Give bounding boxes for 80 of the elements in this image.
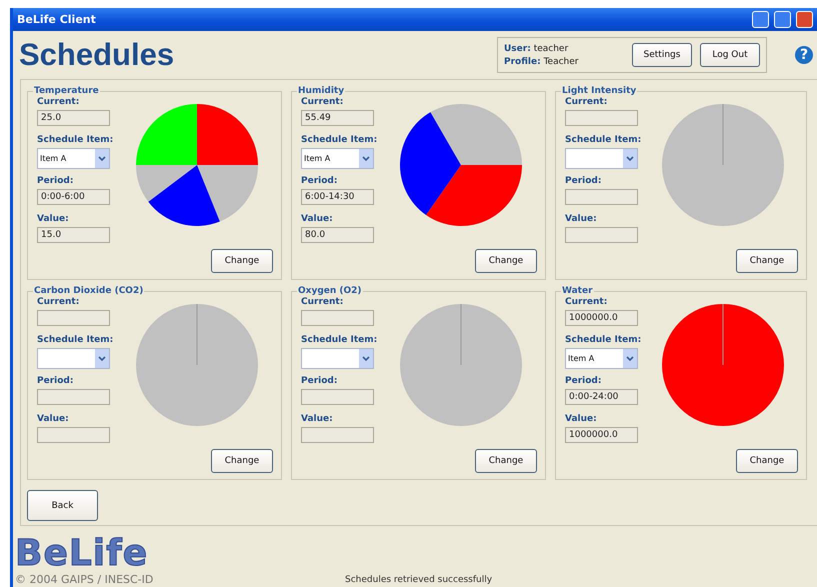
field-label: Schedule Item: bbox=[301, 335, 376, 345]
logo: BeLife bbox=[15, 536, 150, 572]
change-button[interactable]: Change bbox=[736, 249, 798, 273]
input-field[interactable] bbox=[565, 110, 638, 126]
field-label: Value: bbox=[565, 414, 598, 424]
schedule-item-dropdown[interactable]: Item A bbox=[37, 148, 110, 169]
input-field[interactable] bbox=[301, 389, 374, 405]
close-icon[interactable] bbox=[796, 11, 813, 28]
field-label: Value: bbox=[37, 414, 70, 424]
help-icon[interactable]: ? bbox=[795, 46, 813, 64]
input-field[interactable]: 6:00-14:30 bbox=[301, 189, 374, 205]
field-label: Current: bbox=[565, 97, 608, 107]
panel-title: Humidity bbox=[297, 86, 346, 96]
chevron-icon bbox=[623, 349, 637, 368]
field-label: Value: bbox=[37, 214, 70, 224]
field-label: Current: bbox=[37, 297, 80, 307]
chevron-icon bbox=[95, 349, 109, 368]
input-field[interactable]: 25.0 bbox=[37, 110, 110, 126]
change-button[interactable]: Change bbox=[736, 449, 798, 473]
page-title: Schedules bbox=[19, 37, 176, 73]
field-label: Period: bbox=[301, 376, 338, 386]
input-field[interactable]: 55.49 bbox=[301, 110, 374, 126]
field-label: Current: bbox=[37, 97, 80, 107]
chevron-icon bbox=[359, 349, 373, 368]
log-out-button[interactable]: Log Out bbox=[700, 43, 760, 67]
back-button[interactable]: Back bbox=[27, 490, 98, 521]
field-label: Current: bbox=[301, 97, 344, 107]
input-field[interactable] bbox=[301, 310, 374, 326]
field-label: Schedule Item: bbox=[37, 135, 112, 145]
input-field[interactable] bbox=[301, 427, 374, 443]
chevron-icon bbox=[623, 149, 637, 168]
input-field[interactable] bbox=[565, 189, 638, 205]
field-label: Schedule Item: bbox=[565, 135, 640, 145]
change-button[interactable]: Change bbox=[475, 449, 537, 473]
schedule-item-dropdown[interactable]: Item A bbox=[301, 148, 374, 169]
schedule-item-dropdown[interactable] bbox=[301, 348, 374, 369]
input-field[interactable] bbox=[37, 427, 110, 443]
panel-title: Carbon Dioxide (CO2) bbox=[33, 286, 144, 296]
panel-title: Light Intensity bbox=[561, 86, 638, 96]
panel-title: Oxygen (O2) bbox=[297, 286, 363, 296]
change-button[interactable]: Change bbox=[211, 249, 273, 273]
maximize-icon[interactable] bbox=[774, 11, 791, 28]
field-label: Current: bbox=[301, 297, 344, 307]
status-text: Schedules retrieved successfully bbox=[345, 575, 492, 585]
field-label: Period: bbox=[37, 176, 74, 186]
chevron-icon bbox=[95, 149, 109, 168]
input-field[interactable]: 15.0 bbox=[37, 227, 110, 243]
panel-title: Water bbox=[561, 286, 594, 296]
chevron-icon bbox=[359, 149, 373, 168]
field-label: Schedule Item: bbox=[565, 335, 640, 345]
schedule-item-dropdown[interactable]: Item A bbox=[565, 348, 638, 369]
field-label: Schedule Item: bbox=[301, 135, 376, 145]
field-label: Value: bbox=[301, 414, 334, 424]
user-text: User: teacher bbox=[504, 44, 570, 54]
input-field[interactable]: 1000000.0 bbox=[565, 427, 638, 443]
field-label: Value: bbox=[565, 214, 598, 224]
input-field[interactable] bbox=[37, 310, 110, 326]
change-button[interactable]: Change bbox=[211, 449, 273, 473]
minimize-icon[interactable] bbox=[752, 11, 769, 28]
field-label: Period: bbox=[565, 176, 602, 186]
field-label: Current: bbox=[565, 297, 608, 307]
input-field[interactable] bbox=[37, 389, 110, 405]
copyright-text: © 2004 GAIPS / INESC-ID bbox=[15, 572, 154, 587]
input-field[interactable]: 1000000.0 bbox=[565, 310, 638, 326]
change-button[interactable]: Change bbox=[475, 249, 537, 273]
input-field[interactable] bbox=[565, 227, 638, 243]
field-label: Value: bbox=[301, 214, 334, 224]
field-label: Period: bbox=[565, 376, 602, 386]
window-title: BeLife Client bbox=[17, 13, 97, 26]
schedule-item-dropdown[interactable] bbox=[37, 348, 110, 369]
field-label: Period: bbox=[301, 176, 338, 186]
field-label: Schedule Item: bbox=[37, 335, 112, 345]
input-field[interactable]: 80.0 bbox=[301, 227, 374, 243]
profile-text: Profile: Teacher bbox=[504, 56, 580, 66]
schedule-item-dropdown[interactable] bbox=[565, 148, 638, 169]
field-label: Period: bbox=[37, 376, 74, 386]
input-field[interactable]: 0:00-6:00 bbox=[37, 189, 110, 205]
settings-button[interactable]: Settings bbox=[632, 43, 692, 67]
panel-title: Temperature bbox=[33, 86, 100, 96]
input-field[interactable]: 0:00-24:00 bbox=[565, 389, 638, 405]
